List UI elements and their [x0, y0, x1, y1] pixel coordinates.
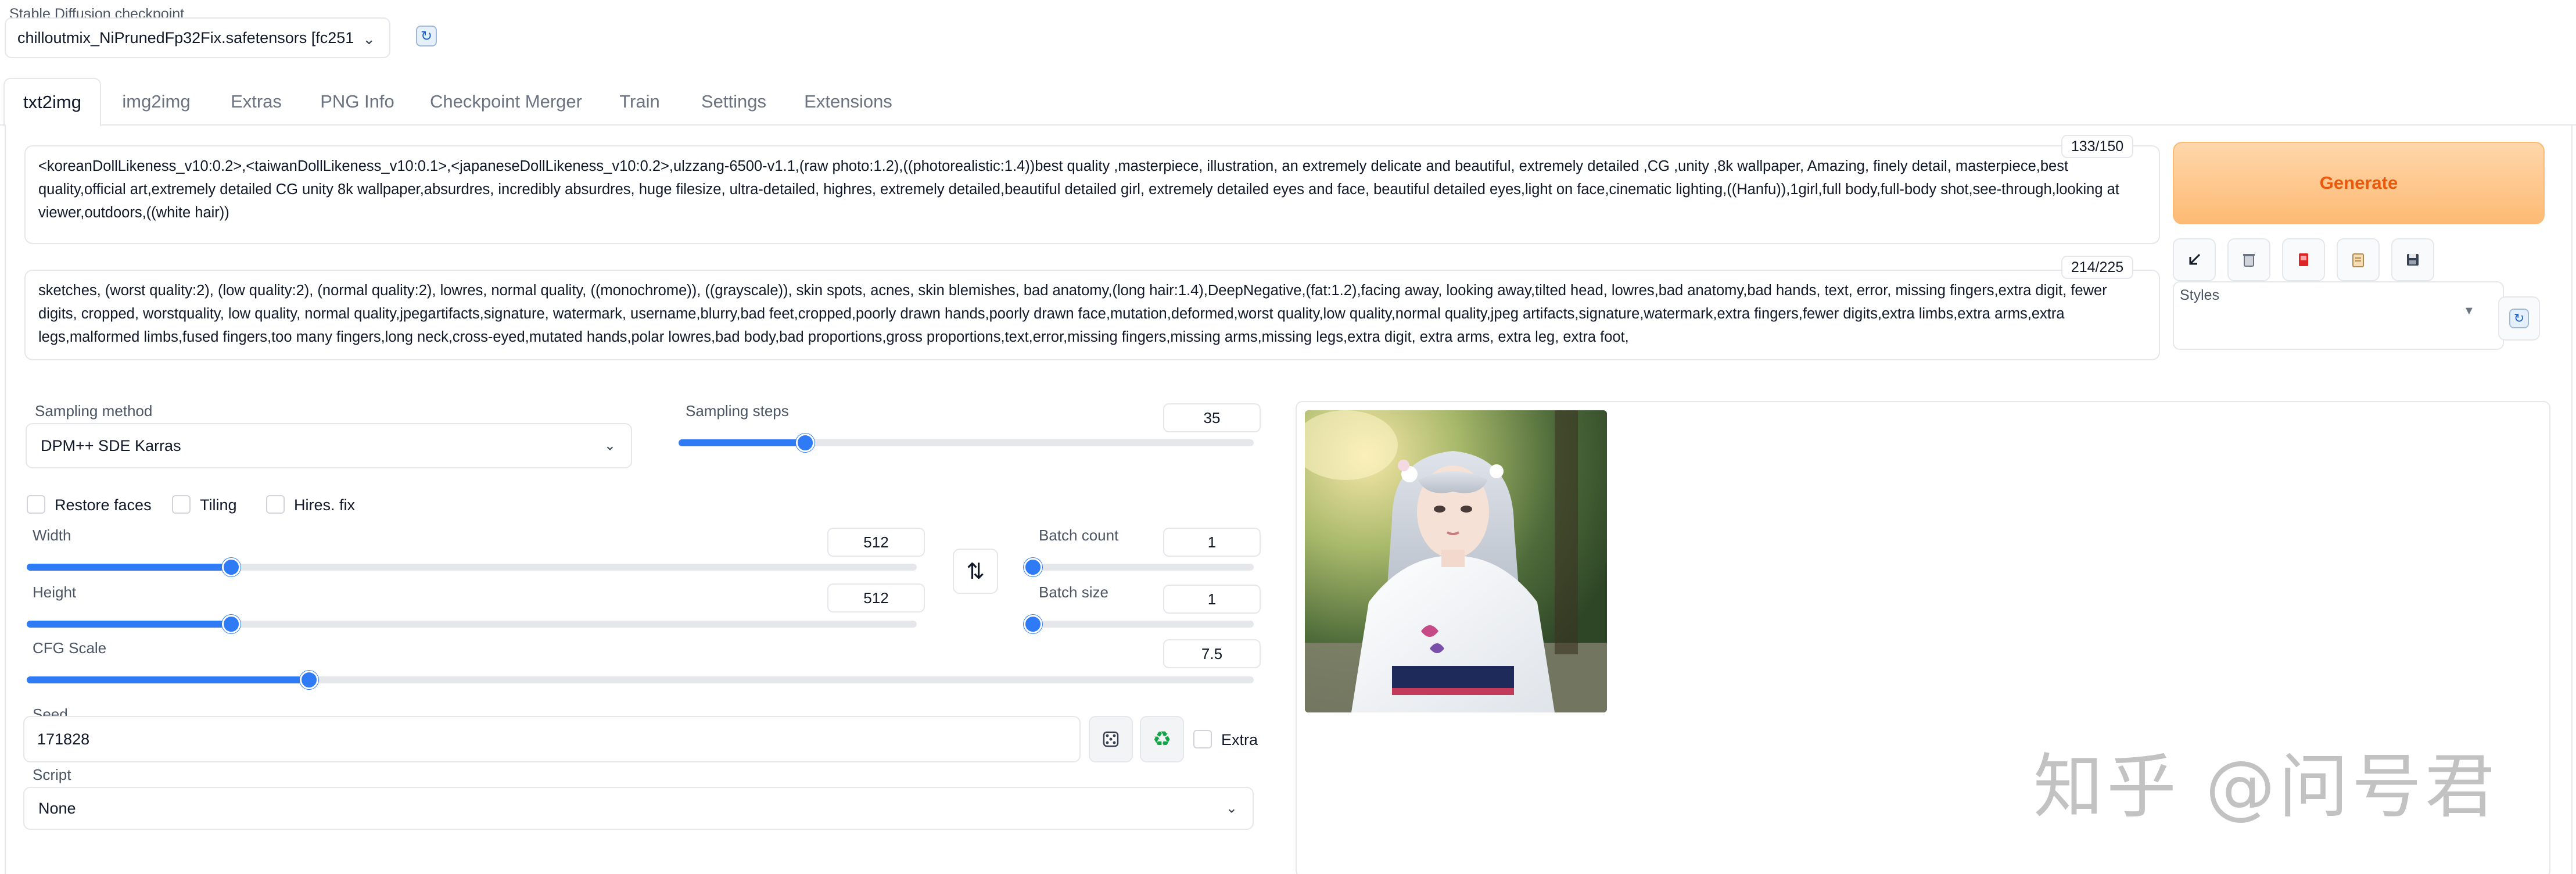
tab-bar: txt2img img2img Extras PNG Info Checkpoi… [0, 78, 2576, 127]
batch-size-label: Batch size [1039, 583, 1108, 601]
prompt-textarea[interactable]: <koreanDollLikeness_v10:0.2>,<taiwanDoll… [24, 145, 2160, 244]
batch-size-input[interactable]: 1 [1163, 585, 1261, 614]
slider-fill [679, 439, 805, 446]
extra-seed-label: Extra [1221, 731, 1258, 748]
batch-count-label: Batch count [1039, 526, 1119, 544]
clipboard-icon [2352, 253, 2364, 267]
chevron-down-icon: ⌄ [1225, 800, 1237, 816]
tiling-checkbox[interactable] [172, 495, 191, 514]
script-value: None [38, 799, 76, 817]
refresh-icon: ↻ [2509, 309, 2529, 328]
recycle-icon: ♻ [1152, 727, 1172, 751]
styles-label: Styles [2180, 287, 2220, 303]
chevron-down-icon: ▼ [2463, 305, 2475, 317]
save-icon [2407, 254, 2419, 266]
script-label: Script [33, 766, 71, 783]
tab-train[interactable]: Train [602, 78, 677, 126]
width-slider[interactable] [27, 558, 917, 576]
negative-prompt-token-counter: 214/225 [2061, 256, 2133, 279]
checkpoint-refresh-button[interactable]: ↻ [412, 22, 440, 50]
random-seed-button[interactable] [1089, 716, 1133, 762]
tab-extras[interactable]: Extras [215, 78, 297, 126]
batch-count-input[interactable]: 1 [1163, 528, 1261, 557]
chevron-down-icon: ⌄ [363, 30, 375, 48]
batch-size-slider[interactable] [1024, 615, 1254, 633]
slider-thumb[interactable] [1024, 558, 1042, 576]
sampling-steps-slider[interactable] [679, 434, 1254, 452]
refresh-icon: ↻ [416, 26, 437, 46]
checkpoint-select[interactable]: chilloutmix_NiPrunedFp32Fix.safetensors … [5, 17, 390, 58]
styles-refresh-button[interactable]: ↻ [2498, 296, 2540, 341]
sampling-steps-input[interactable]: 35 [1163, 403, 1261, 432]
prompt-token-counter: 133/150 [2061, 135, 2133, 158]
trash-button[interactable] [2227, 238, 2270, 281]
reuse-seed-button[interactable]: ♻ [1140, 716, 1184, 762]
tab-png-info[interactable]: PNG Info [308, 78, 407, 126]
slider-fill [27, 621, 232, 628]
height-input[interactable]: 512 [827, 583, 925, 612]
height-slider[interactable] [27, 615, 917, 633]
swap-dimensions-button[interactable]: ⇅ [953, 549, 998, 594]
chevron-down-icon: ⌄ [604, 438, 616, 454]
seed-value: 171828 [37, 730, 90, 748]
tab-txt2img[interactable]: txt2img [3, 78, 101, 127]
generated-image[interactable] [1305, 410, 1607, 712]
dice-icon [1103, 731, 1119, 747]
cfg-scale-input[interactable]: 7.5 [1163, 639, 1261, 668]
styles-dropdown[interactable] [2173, 281, 2504, 350]
sampling-method-value: DPM++ SDE Karras [41, 436, 181, 454]
checkpoint-value: chilloutmix_NiPrunedFp32Fix.safetensors … [17, 28, 354, 46]
arrow-icon [2189, 253, 2201, 265]
style-apply-button[interactable] [2282, 238, 2325, 281]
tab-extensions[interactable]: Extensions [791, 78, 905, 126]
tab-checkpoint-merger[interactable]: Checkpoint Merger [417, 78, 595, 126]
tab-settings[interactable]: Settings [686, 78, 782, 126]
trash-icon [2243, 254, 2255, 267]
seed-input[interactable]: 171828 [23, 716, 1081, 762]
sampling-steps-label: Sampling steps [686, 402, 789, 420]
batch-count-slider[interactable] [1024, 558, 1254, 576]
negative-prompt-textarea[interactable]: sketches, (worst quality:2), (low qualit… [24, 270, 2160, 360]
width-label: Width [33, 526, 71, 544]
red-card-icon [2299, 253, 2308, 266]
tab-img2img[interactable]: img2img [102, 78, 210, 126]
swap-icon: ⇅ [966, 559, 985, 584]
clipboard-button[interactable] [2337, 238, 2380, 281]
slider-thumb[interactable] [299, 671, 318, 689]
slider-thumb[interactable] [795, 434, 815, 452]
width-input[interactable]: 512 [827, 528, 925, 557]
slider-fill [27, 564, 232, 571]
sampling-method-label: Sampling method [35, 402, 153, 420]
hires-fix-label: Hires. fix [294, 496, 356, 514]
slider-fill [27, 676, 309, 683]
cfg-scale-label: CFG Scale [33, 639, 107, 657]
height-label: Height [33, 583, 77, 601]
arrow-button[interactable] [2173, 238, 2216, 281]
generated-image-picture [1305, 410, 1607, 712]
watermark: 知乎 @问号君 [2033, 747, 2499, 828]
tiling-label: Tiling [200, 496, 237, 514]
hires-fix-checkbox[interactable] [266, 495, 285, 514]
restore-faces-label: Restore faces [55, 496, 152, 514]
script-select[interactable]: None ⌄ [23, 787, 1254, 830]
slider-thumb[interactable] [1024, 615, 1042, 633]
extra-seed-checkbox[interactable] [1193, 730, 1212, 748]
save-style-button[interactable] [2391, 238, 2434, 281]
sampling-method-select[interactable]: DPM++ SDE Karras ⌄ [26, 423, 632, 468]
cfg-scale-slider[interactable] [27, 671, 1254, 689]
generate-button[interactable]: Generate [2173, 142, 2545, 224]
restore-faces-checkbox[interactable] [27, 495, 45, 514]
